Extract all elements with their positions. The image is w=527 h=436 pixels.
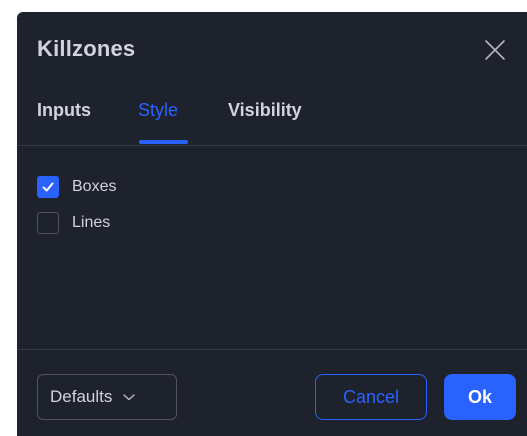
header-divider bbox=[17, 145, 527, 146]
dialog-title: Killzones bbox=[37, 36, 136, 61]
defaults-label: Defaults bbox=[50, 387, 113, 406]
option-lines[interactable]: Lines bbox=[37, 211, 110, 235]
boxes-label: Boxes bbox=[72, 178, 117, 195]
checkmark-icon bbox=[42, 182, 54, 192]
lines-label: Lines bbox=[72, 214, 111, 231]
boxes-checkbox[interactable] bbox=[37, 176, 59, 198]
close-icon bbox=[485, 40, 505, 60]
tab-bar: Inputs Style Visibility bbox=[17, 100, 527, 146]
tab-style[interactable]: Style bbox=[138, 100, 178, 135]
settings-dialog: Killzones Inputs Style Visibility Boxes … bbox=[17, 12, 527, 436]
defaults-dropdown[interactable]: Defaults bbox=[37, 374, 177, 420]
chevron-down-icon bbox=[122, 392, 136, 402]
tab-inputs[interactable]: Inputs bbox=[37, 100, 91, 135]
lines-checkbox[interactable] bbox=[37, 212, 59, 234]
cancel-button[interactable]: Cancel bbox=[315, 374, 427, 420]
footer-divider bbox=[17, 349, 527, 350]
active-tab-indicator bbox=[139, 140, 188, 144]
tab-visibility[interactable]: Visibility bbox=[228, 100, 302, 135]
option-boxes[interactable]: Boxes bbox=[37, 175, 116, 199]
ok-button[interactable]: Ok bbox=[444, 374, 516, 420]
close-button[interactable] bbox=[481, 36, 509, 64]
